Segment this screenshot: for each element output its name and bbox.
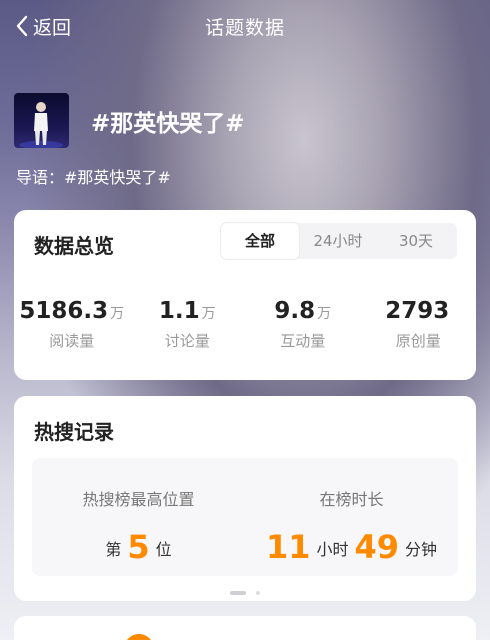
hours-unit: 小时	[316, 540, 349, 559]
stat-unit: 万	[317, 306, 332, 322]
duration-hours: 11	[265, 528, 311, 566]
overview-card: 数据总览 全部 24小时 30天 5186.3 万 阅读量 1.1 万 讨论量 9.…	[14, 210, 476, 380]
peak-position: 热搜榜最高位置 第5位	[32, 486, 245, 566]
duration-value-row: 11 小时 49 分钟	[245, 528, 458, 566]
duration-minutes: 49	[354, 528, 400, 566]
peak-header: 热搜榜最高位置	[82, 490, 195, 509]
stat-value: 9.8	[274, 298, 316, 324]
overview-title: 数据总览	[34, 234, 114, 258]
topic-title: #那英快哭了#	[91, 110, 245, 137]
orange-circle-icon	[124, 634, 154, 640]
stat-unit: 万	[201, 306, 216, 322]
stat-value: 2793	[385, 298, 450, 324]
on-list-duration: 在榜时长 11 小时 49 分钟	[245, 486, 458, 566]
minutes-unit: 分钟	[405, 540, 438, 559]
page-title: 话题数据	[204, 17, 285, 39]
page-indicator	[14, 582, 476, 601]
peak-value: 5	[127, 528, 150, 566]
tab-24h[interactable]: 24小时	[299, 223, 377, 259]
hot-search-card: 热搜记录 热搜榜最高位置 第5位 在榜时长 11 小时 49 分钟	[14, 396, 476, 601]
topic-header: #那英快哭了#	[14, 93, 245, 148]
navigation-bar: 返回 话题数据	[0, 0, 490, 54]
tab-all[interactable]: 全部	[221, 223, 299, 259]
stat-label: 互动量	[280, 332, 326, 350]
hot-search-title: 热搜记录	[34, 420, 114, 444]
peak-suffix: 位	[155, 540, 172, 559]
stat-originals: 2793 原创量	[361, 298, 477, 351]
page-dot-active	[230, 590, 247, 595]
peak-value-row: 第5位	[32, 528, 245, 566]
page-dot	[255, 590, 260, 595]
hot-search-panel[interactable]: 热搜榜最高位置 第5位 在榜时长 11 小时 49 分钟	[32, 458, 458, 576]
stats-row: 5186.3 万 阅读量 1.1 万 讨论量 9.8 万 互动量 2793 原创量	[14, 298, 476, 351]
stat-label: 原创量	[395, 332, 441, 350]
duration-header: 在榜时长	[319, 490, 384, 509]
stat-value: 1.1	[158, 298, 200, 324]
stat-unit: 万	[110, 306, 125, 322]
tab-30d[interactable]: 30天	[377, 223, 455, 259]
stat-label: 阅读量	[49, 332, 95, 350]
stat-value: 5186.3	[19, 298, 109, 324]
stat-interactions: 9.8 万 互动量	[245, 298, 361, 351]
topic-avatar	[14, 93, 69, 148]
next-card	[14, 616, 476, 640]
stat-discussions: 1.1 万 讨论量	[130, 298, 246, 351]
stat-reads: 5186.3 万 阅读量	[14, 298, 130, 351]
peak-prefix: 第	[105, 540, 122, 559]
time-range-tabs: 全部 24小时 30天	[221, 223, 457, 259]
stat-label: 讨论量	[164, 332, 210, 350]
topic-lead: 导语：#那英快哭了#	[16, 168, 171, 187]
